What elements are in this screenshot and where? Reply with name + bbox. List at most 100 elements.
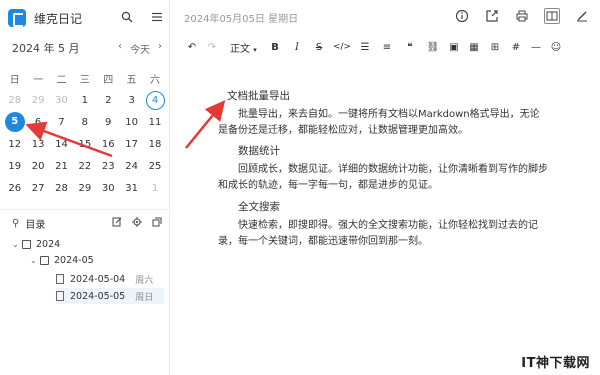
- calendar-day[interactable]: 11: [143, 117, 166, 128]
- toc-label: 目录: [25, 220, 46, 231]
- calendar-month-header: 2024 年 5 月 ‹ 今天 ›: [12, 40, 162, 56]
- entry-weekday: 周日: [135, 292, 154, 303]
- tree-month[interactable]: ⌄ 2024-05: [30, 252, 94, 268]
- numbered-list-icon[interactable]: ≡: [376, 42, 398, 53]
- calendar-day[interactable]: 7: [50, 117, 73, 128]
- entry-weekday: 周六: [135, 275, 154, 286]
- calendar-day[interactable]: 8: [73, 117, 96, 128]
- calendar-day[interactable]: 16: [97, 139, 120, 150]
- code-icon[interactable]: </>: [330, 42, 354, 52]
- next-month-icon[interactable]: ›: [158, 41, 162, 56]
- tree-year-label: 2024: [36, 238, 61, 250]
- calendar-day[interactable]: 9: [97, 117, 120, 128]
- italic-icon[interactable]: I: [286, 42, 308, 53]
- calendar-day[interactable]: 28: [3, 95, 26, 106]
- tree-entry-selected[interactable]: 2024-05-05 周日: [56, 288, 164, 304]
- info-icon[interactable]: [454, 8, 470, 24]
- calendar-day[interactable]: 31: [120, 183, 143, 194]
- quote-icon[interactable]: ❝: [398, 42, 422, 53]
- calendar-day[interactable]: 2: [97, 95, 120, 106]
- calendar-day[interactable]: 25: [143, 161, 166, 172]
- calendar-day[interactable]: 24: [120, 161, 143, 172]
- calendar-day[interactable]: 29: [73, 183, 96, 194]
- reading-mode-icon[interactable]: [544, 8, 560, 24]
- weekday: 二: [56, 74, 67, 86]
- bullet-list-icon[interactable]: ☰: [354, 42, 376, 53]
- print-icon[interactable]: [514, 8, 530, 24]
- format-toolbar: ↶ ↷ 正文 ▾ B I S </> ☰ ≡ ❝ ⛓ ▣ ▦ ⊞ # — ☺: [184, 38, 594, 56]
- calendar-day[interactable]: 1: [143, 183, 166, 194]
- tree-entry[interactable]: 2024-05-04 周六: [56, 271, 162, 287]
- watermark: IT神下载网: [521, 356, 590, 371]
- calendar-day[interactable]: 26: [3, 183, 26, 194]
- weekday: 四: [103, 74, 114, 86]
- calendar-day[interactable]: 30: [50, 95, 73, 106]
- horizontal-rule-icon[interactable]: —: [526, 42, 546, 53]
- calendar-day[interactable]: 21: [50, 161, 73, 172]
- link-icon[interactable]: ⛓: [422, 42, 444, 53]
- tree-month-label: 2024-05: [54, 254, 94, 266]
- calendar-day[interactable]: 3: [120, 95, 143, 106]
- locate-icon[interactable]: [132, 217, 142, 230]
- section-heading: 数据统计: [238, 145, 280, 157]
- calendar-day[interactable]: 12: [3, 139, 26, 150]
- calendar-day[interactable]: 13: [26, 139, 49, 150]
- section-body: 回顾成长，数据见证。详细的数据统计功能，让你清晰看到写作的脚步和成长的轨迹，每一…: [218, 164, 548, 191]
- app-title: 维克日记: [34, 11, 83, 26]
- collapse-icon[interactable]: [152, 217, 162, 230]
- strikethrough-icon[interactable]: S: [308, 42, 330, 53]
- calendar-week: 26 27 28 29 30 31 1: [3, 177, 167, 199]
- document-icon: [56, 291, 64, 301]
- calendar-week: 5 6 7 8 9 10 11: [3, 111, 167, 133]
- sidebar-divider: [0, 209, 170, 210]
- export-icon[interactable]: [484, 8, 500, 24]
- paragraph-style-select[interactable]: 正文 ▾: [224, 40, 264, 55]
- hashtag-icon[interactable]: #: [506, 42, 526, 53]
- section-heading: 文档批量导出: [227, 90, 290, 102]
- weekday: 六: [150, 74, 161, 86]
- calendar-day[interactable]: 6: [26, 117, 49, 128]
- calendar-day[interactable]: 27: [26, 183, 49, 194]
- calendar-day[interactable]: 17: [120, 139, 143, 150]
- chevron-down-icon: ⌄: [12, 239, 19, 249]
- toc-header: ⚲ 目录: [12, 216, 162, 231]
- edit-icon[interactable]: [112, 217, 122, 230]
- edit-mode-icon[interactable]: [574, 8, 590, 24]
- undo-icon[interactable]: ↶: [184, 42, 200, 53]
- image-icon[interactable]: ▣: [444, 42, 464, 53]
- calendar-day[interactable]: 10: [120, 117, 143, 128]
- calendar-icon: [22, 239, 31, 249]
- calendar-day[interactable]: 20: [26, 161, 49, 172]
- calendar-week: 28 29 30 1 2 3 4: [3, 89, 167, 111]
- entry-date: 2024-05-05: [70, 290, 126, 302]
- today-button[interactable]: 今天: [130, 41, 150, 56]
- calendar-day[interactable]: 18: [143, 139, 166, 150]
- calendar-day[interactable]: 23: [97, 161, 120, 172]
- prev-month-icon[interactable]: ‹: [118, 41, 122, 56]
- editor-panel: 2024年05月05日 星期日 ↶ ↷ 正文 ▾ B I S </> ☰ ≡ ❝…: [170, 0, 600, 375]
- table-icon[interactable]: ▦: [464, 42, 484, 53]
- calendar-day[interactable]: 19: [3, 161, 26, 172]
- menu-icon[interactable]: [150, 10, 164, 24]
- code-block-icon[interactable]: ⊞: [484, 42, 506, 53]
- calendar-week: 12 13 14 15 16 17 18: [3, 133, 167, 155]
- calendar-day[interactable]: 29: [26, 95, 49, 106]
- calendar-day[interactable]: 22: [73, 161, 96, 172]
- calendar-day-today[interactable]: 4: [145, 90, 165, 110]
- emoji-icon[interactable]: ☺: [546, 42, 566, 53]
- month-label: 2024 年 5 月: [12, 42, 80, 55]
- calendar-day[interactable]: 1: [73, 95, 96, 106]
- section-body: 快速检索，即搜即得。强大的全文搜索功能，让你轻松找到过去的记录，每一个关键词，都…: [218, 220, 538, 247]
- weekday: 日: [9, 74, 20, 86]
- bold-icon[interactable]: B: [264, 42, 286, 53]
- calendar-day[interactable]: 28: [50, 183, 73, 194]
- calendar-day[interactable]: 14: [50, 139, 73, 150]
- calendar-day[interactable]: 15: [73, 139, 96, 150]
- calendar-day[interactable]: 30: [97, 183, 120, 194]
- redo-icon[interactable]: ↷: [200, 42, 224, 53]
- search-icon[interactable]: [120, 10, 134, 24]
- tree-year[interactable]: ⌄ 2024: [12, 236, 60, 252]
- section-heading: 全文搜索: [238, 201, 280, 213]
- calendar-day-selected[interactable]: 5: [4, 112, 25, 132]
- calendar-week: 19 20 21 22 23 24 25: [3, 155, 167, 177]
